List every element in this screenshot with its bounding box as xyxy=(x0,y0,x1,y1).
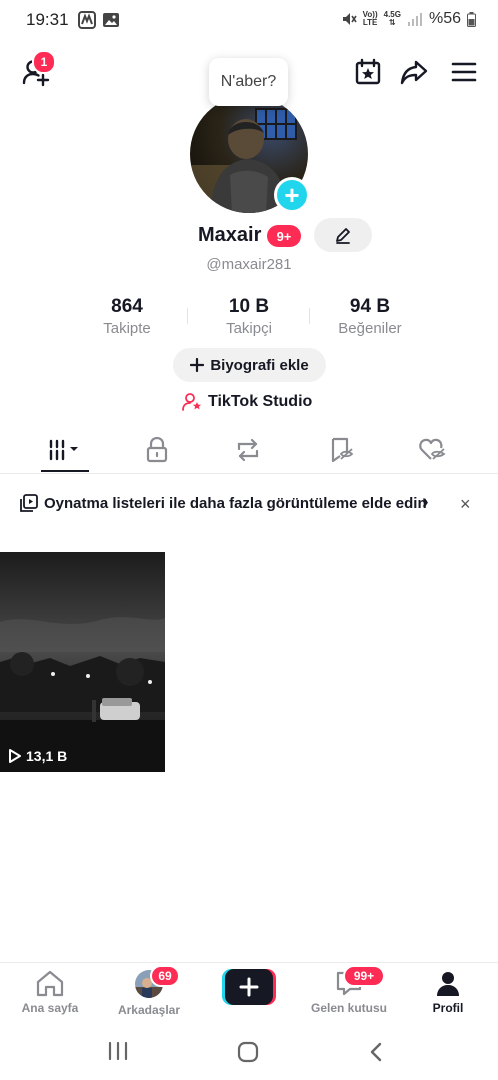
chevron-right-icon: › xyxy=(422,491,429,513)
nav-friends-label: Arkadaşlar xyxy=(117,1003,181,1017)
status-bar: 19:31 Vo)) LTE 4.5G ⇅ %56 xyxy=(0,0,498,40)
stat-value: 94 B xyxy=(349,296,391,317)
status-note-text: N'aber? xyxy=(220,73,277,90)
android-navigation-bar xyxy=(0,1022,498,1080)
stat-label: Beğeniler xyxy=(338,320,402,337)
nav-inbox-label: Gelen kutusu xyxy=(310,1001,387,1015)
back-icon[interactable] xyxy=(368,1041,384,1063)
stat-following[interactable]: 864 Takipte xyxy=(67,296,187,337)
add-friends-button[interactable]: 1 xyxy=(16,50,56,90)
add-story-button[interactable]: + xyxy=(274,177,310,213)
bottom-navigation: Ana sayfa 69 Arkadaşlar 99+ Gelen kutusu… xyxy=(0,962,498,1022)
stat-value: 864 xyxy=(111,296,143,317)
bookmark-hidden-icon xyxy=(331,437,354,463)
video-view-count: 13,1 B xyxy=(8,748,67,764)
profile-handle: @maxair281 xyxy=(206,256,292,273)
menu-button[interactable] xyxy=(446,54,482,90)
active-tab-indicator xyxy=(41,470,89,472)
nav-profile[interactable]: Profil xyxy=(398,969,498,1015)
status-time: 19:31 xyxy=(26,10,69,29)
share-icon xyxy=(400,60,428,85)
stat-label: Takipte xyxy=(103,320,151,337)
home-circle-icon[interactable] xyxy=(237,1041,259,1063)
pencil-icon xyxy=(336,228,350,244)
nav-friends[interactable]: 69 Arkadaşlar xyxy=(99,965,199,1017)
nav-inbox[interactable]: 99+ Gelen kutusu xyxy=(299,965,399,1015)
edit-profile-button[interactable] xyxy=(314,218,372,252)
tiktok-studio-label: TikTok Studio xyxy=(208,393,313,410)
playlist-promo-text: Oynatma listeleri ile daha fazla görüntü… xyxy=(44,494,444,514)
battery-icon xyxy=(467,11,476,27)
tab-liked[interactable] xyxy=(403,432,463,468)
share-profile-button[interactable] xyxy=(396,54,432,90)
inbox-badge: 99+ xyxy=(343,965,385,987)
tab-private[interactable] xyxy=(127,432,187,468)
repost-icon xyxy=(237,438,259,462)
stat-likes[interactable]: 94 B Beğeniler xyxy=(310,296,430,337)
hamburger-menu-icon xyxy=(451,62,477,82)
lock-icon xyxy=(146,437,168,463)
create-button[interactable] xyxy=(222,969,276,1005)
playlist-promo-label: Oynatma listeleri ile daha fazla görüntü… xyxy=(44,495,427,512)
mute-icon xyxy=(342,13,357,25)
stat-followers[interactable]: 10 B Takipçi xyxy=(189,296,309,337)
add-friends-badge: 1 xyxy=(32,50,56,74)
creator-calendar-button[interactable] xyxy=(350,54,386,90)
notification-app-icon xyxy=(78,11,96,29)
nav-home-label: Ana sayfa xyxy=(21,1001,79,1015)
user-star-icon xyxy=(182,393,201,411)
close-icon[interactable]: × xyxy=(460,494,471,515)
volte-indicator: Vo)) LTE xyxy=(362,10,378,27)
add-bio-label: Biyografi ekle xyxy=(210,356,309,374)
tab-videos[interactable] xyxy=(35,432,95,468)
profile-content-tabs xyxy=(0,426,498,474)
tab-reposts[interactable] xyxy=(218,432,278,468)
stat-divider xyxy=(187,308,188,324)
create-plus-icon xyxy=(222,969,276,1005)
friends-badge: 69 xyxy=(150,965,180,987)
add-bio-button[interactable]: Biyografi ekle xyxy=(173,348,326,382)
video-thumbnail[interactable]: 13,1 B xyxy=(0,552,165,772)
profile-name-row: Maxair 9+ xyxy=(0,218,498,254)
views-label: 13,1 B xyxy=(26,748,68,764)
signal-icon xyxy=(407,13,422,26)
profile-icon xyxy=(437,972,459,996)
nav-home[interactable]: Ana sayfa xyxy=(0,969,100,1015)
name-badge[interactable]: 9+ xyxy=(267,225,301,247)
status-notification-icons xyxy=(78,11,120,29)
profile-stats: 864 Takipte 10 B Takipçi 94 B Beğeniler xyxy=(0,296,498,340)
status-note-bubble[interactable]: N'aber? xyxy=(209,58,288,106)
gallery-icon xyxy=(103,13,119,27)
profile-name: Maxair xyxy=(198,224,262,246)
calendar-star-icon xyxy=(355,58,381,85)
heart-hidden-icon xyxy=(419,438,446,460)
video-grid-icon xyxy=(49,439,78,461)
status-system-icons: Vo)) LTE 4.5G ⇅ %56 xyxy=(341,10,476,28)
playlist-icon xyxy=(20,494,38,512)
play-icon xyxy=(9,749,21,763)
stat-value: 10 B xyxy=(228,296,270,317)
playlist-promo-banner[interactable]: Oynatma listeleri ile daha fazla görüntü… xyxy=(0,490,498,540)
network-type-indicator: 4.5G ⇅ xyxy=(383,10,401,27)
stat-label: Takipçi xyxy=(226,320,272,337)
battery-percent: %56 xyxy=(428,10,461,27)
nav-profile-label: Profil xyxy=(432,1001,464,1015)
tiktok-studio-link[interactable]: TikTok Studio xyxy=(182,392,312,412)
tab-favorites[interactable] xyxy=(311,432,371,468)
plus-icon: + xyxy=(284,179,300,210)
video-thumbnail-image xyxy=(0,552,165,772)
plus-icon xyxy=(190,358,205,372)
home-icon xyxy=(36,970,64,997)
recent-apps-icon[interactable] xyxy=(107,1041,129,1061)
